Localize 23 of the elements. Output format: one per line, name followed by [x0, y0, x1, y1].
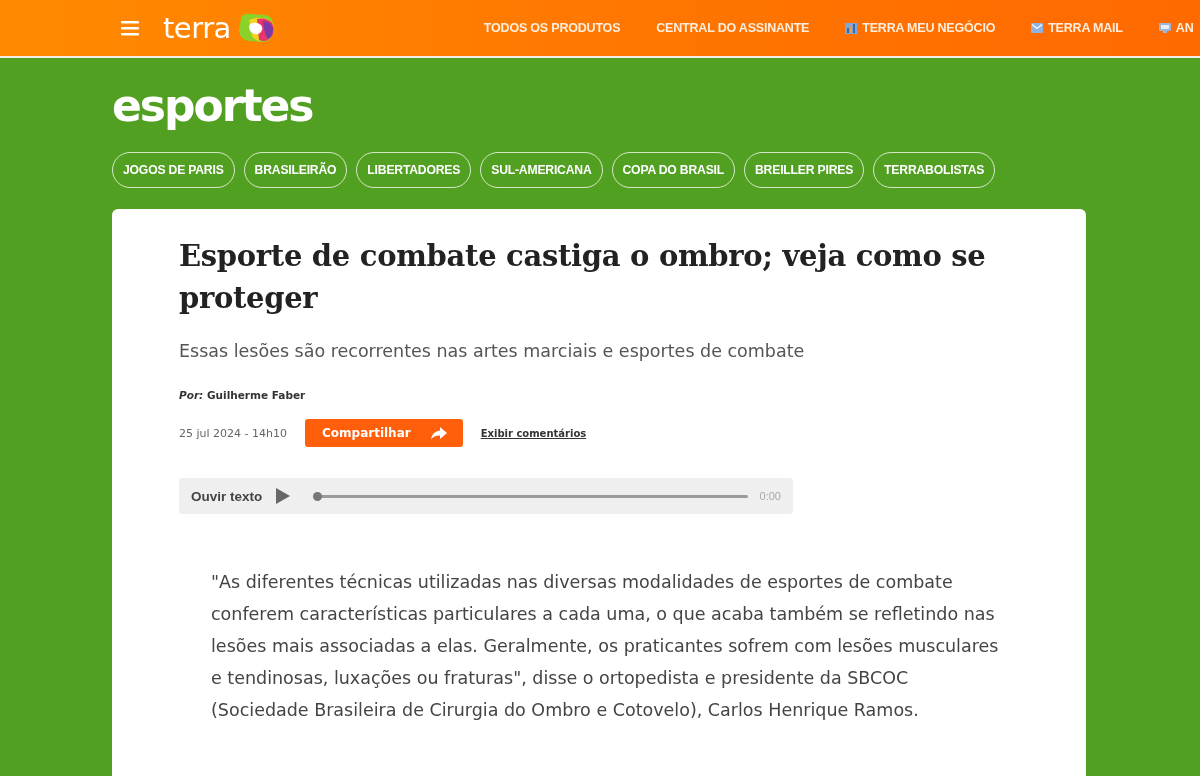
- audio-progress-thumb[interactable]: [313, 491, 323, 501]
- article-subtitle: Essas lesões são recorrentes nas artes marciais e esportes de combate: [179, 340, 806, 363]
- byline: Por: Guilherme Faber: [179, 389, 307, 401]
- top-nav-link[interactable]: TERRA MEU NEGÓCIO: [845, 21, 996, 35]
- comments-link[interactable]: Exibir comentários: [480, 427, 587, 439]
- top-nav-link[interactable]: CENTRAL DO ASSINANTE: [656, 21, 810, 35]
- menu-icon[interactable]: [121, 20, 141, 36]
- audio-player-label: Ouvir texto: [191, 488, 263, 504]
- top-nav-link[interactable]: AN: [1158, 21, 1194, 35]
- share-button[interactable]: Compartilhar: [305, 419, 463, 447]
- monitor-icon: [1158, 23, 1171, 33]
- publish-date: 25 jul 2024 - 14h10: [179, 426, 287, 440]
- play-icon[interactable]: [276, 488, 291, 504]
- envelope-icon: [1031, 23, 1044, 33]
- top-nav-link[interactable]: TODOS OS PRODUTOS: [483, 21, 621, 35]
- article-quote: "As diferentes técnicas utilizadas nas diversas modalidades de esportes de combate conferem características particulares a cada uma, o que acaba também se refletindo nas lesões mais associadas a elas. Geralmente, os praticantes sofrem com lesões musculares e tendinosas, luxações ou fraturas", disse o ortopedista e presidente da SBCOC (Sociedade Brasileira de Cirurgia do Ombro e Cotovelo), Carlos Henrique Ramos.: [211, 571, 1000, 722]
- brand-logo-link[interactable]: terra: [163, 12, 278, 44]
- top-nav-link[interactable]: TERRA MAIL: [1031, 21, 1123, 35]
- share-arrow-icon: [430, 426, 447, 440]
- article-title: Esporte de combate castiga o ombro; veja como se proteger: [179, 238, 987, 317]
- bar-chart-icon: [845, 22, 858, 34]
- audio-time: 0:00: [759, 490, 781, 502]
- section-logo[interactable]: esportes: [112, 80, 313, 132]
